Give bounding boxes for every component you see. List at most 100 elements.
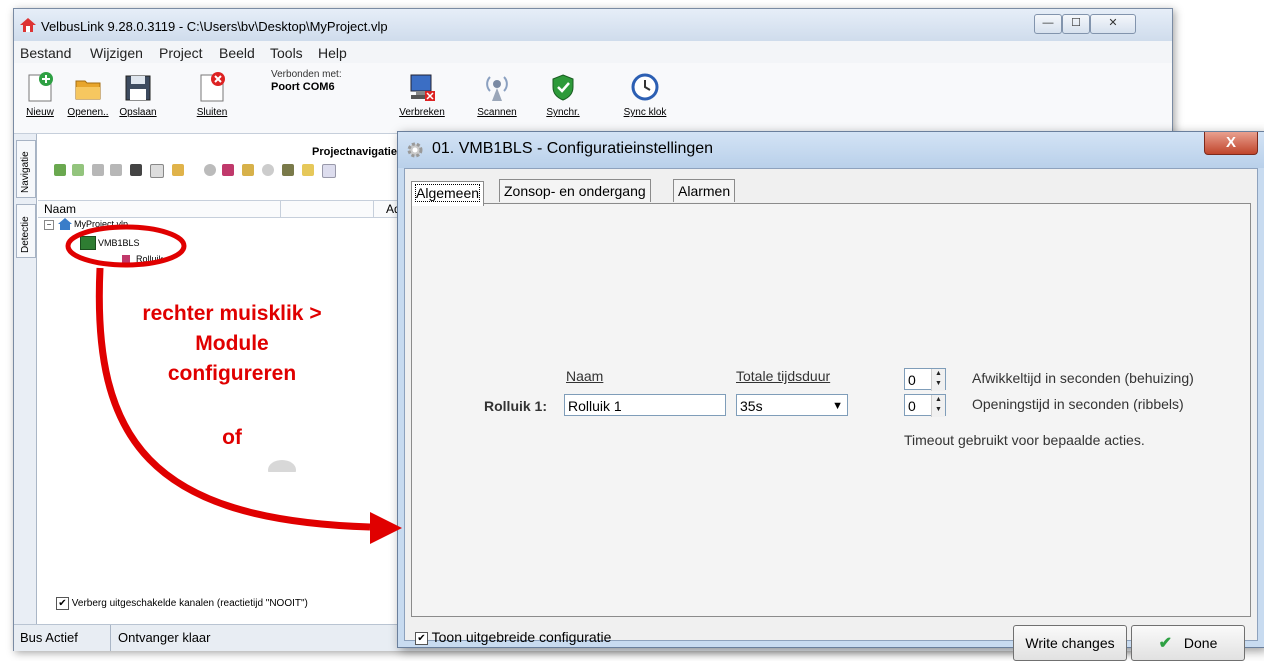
tab-algemeen-label: Algemeen — [414, 184, 481, 202]
edit-icon[interactable] — [302, 164, 314, 176]
unwind-time-input[interactable]: 0 ▲ ▼ — [904, 368, 946, 391]
collapse-all-icon[interactable] — [110, 164, 122, 176]
gear-icon[interactable] — [204, 164, 216, 176]
hide-disabled-channels[interactable]: ✔ Verberg uitgeschakelde kanalen (reacti… — [56, 597, 308, 610]
add-channel-icon[interactable] — [72, 164, 84, 176]
new-label: Nieuw — [26, 107, 54, 118]
sync-clock-label: Sync klok — [623, 107, 667, 118]
disconnect-label: Verbreken — [399, 107, 445, 118]
gear-icon — [268, 460, 296, 472]
close-button[interactable]: ✕ — [1090, 14, 1136, 34]
menu-beeld[interactable]: Beeld — [219, 45, 255, 61]
menu-project[interactable]: Project — [159, 45, 203, 61]
minimize-button[interactable]: — — [1034, 14, 1062, 34]
menu-tools[interactable]: Tools — [270, 45, 303, 61]
window-icon[interactable] — [150, 164, 164, 178]
binoculars-icon[interactable] — [130, 164, 142, 176]
dialog-close-button[interactable]: X — [1204, 132, 1258, 155]
add-module-icon[interactable] — [54, 164, 66, 176]
chevron-down-icon[interactable]: ▼ — [832, 395, 843, 417]
tree-column-header: Naam Add — [38, 200, 407, 218]
column-name[interactable]: Naam — [44, 202, 76, 216]
opening-time-input[interactable]: 0 ▲ ▼ — [904, 394, 946, 417]
connected-port: Poort COM6 — [271, 81, 335, 93]
dialog-body: Algemeen Zonsop- en ondergang Alarmen Na… — [404, 168, 1258, 661]
pen-icon[interactable] — [242, 164, 254, 176]
tab-zonsop[interactable]: Zonsop- en ondergang — [499, 179, 651, 202]
tree-root-item[interactable]: MyProject.vlp — [74, 219, 128, 229]
tree-module-item[interactable]: VMB1BLS — [98, 238, 140, 248]
menu-help[interactable]: Help — [318, 45, 347, 61]
vertical-tabs: Navigatie Detectie — [14, 134, 37, 624]
tab-detection-label: Detectie — [20, 216, 31, 253]
module-icon[interactable] — [222, 164, 234, 176]
spin-up-icon[interactable]: ▲ — [932, 395, 945, 405]
opening-time-label: Openingstijd in seconden (ribbels) — [972, 396, 1184, 412]
tab-detection[interactable]: Detectie — [16, 204, 36, 258]
list-icon[interactable] — [322, 164, 336, 178]
clock-icon — [630, 71, 660, 103]
duration-select[interactable]: 35s ▼ — [736, 394, 848, 416]
open-button[interactable]: Openen.. — [66, 67, 110, 118]
hide-disabled-label: Verberg uitgeschakelde kanalen (reactiet… — [71, 598, 308, 610]
opening-spinner[interactable]: ▲ ▼ — [931, 395, 945, 417]
configuration-dialog: 01. VMB1BLS - Configuratieinstellingen X… — [397, 131, 1264, 661]
save-label: Opslaan — [119, 107, 157, 118]
hide-disabled-checkbox[interactable]: ✔ — [56, 597, 69, 610]
menu-bestand[interactable]: Bestand — [20, 45, 71, 61]
navigation-toolbar — [54, 164, 404, 182]
tree-channel-item[interactable]: Rolluik — [136, 254, 163, 264]
spin-down-icon[interactable]: ▼ — [932, 379, 945, 389]
velbus-logo-icon — [20, 18, 36, 32]
project-navigation-title: Projectnavigatie — [312, 146, 397, 158]
extended-config-checkbox[interactable]: ✔ — [415, 631, 428, 645]
maximize-button[interactable]: ☐ — [1062, 14, 1090, 34]
close-project-label: Sluiten — [196, 107, 228, 118]
spin-up-icon[interactable]: ▲ — [932, 369, 945, 379]
sync-clock-button[interactable]: Sync klok — [620, 67, 670, 118]
open-folder-icon — [73, 71, 103, 103]
disconnect-computer-icon — [407, 71, 437, 103]
channel-icon — [122, 255, 130, 263]
annotation-line-4: of — [222, 426, 242, 449]
tab-alarmen[interactable]: Alarmen — [673, 179, 736, 202]
save-button[interactable]: Opslaan — [116, 67, 160, 118]
annotation-line-2: Module — [195, 332, 269, 355]
tab-algemeen[interactable]: Algemeen — [411, 181, 485, 206]
scan-antenna-icon — [482, 71, 512, 103]
menu-wijzigen[interactable]: Wijzigen — [90, 45, 143, 61]
minimize-icon: — — [1042, 17, 1054, 29]
spin-down-icon[interactable]: ▼ — [932, 405, 945, 415]
shield-check-icon — [548, 71, 578, 103]
sync-button[interactable]: Synchr. — [542, 67, 584, 118]
disconnect-button[interactable]: Verbreken — [398, 67, 446, 118]
save-disk-icon — [123, 71, 153, 103]
expand-all-icon[interactable] — [92, 164, 104, 176]
write-changes-button[interactable]: Write changes — [1013, 625, 1127, 661]
close-file-icon — [197, 71, 227, 103]
name-input[interactable]: Rolluik 1 — [564, 394, 726, 416]
connected-label: Verbonden met: — [271, 69, 342, 80]
play-icon[interactable] — [262, 164, 274, 176]
new-file-icon — [25, 71, 55, 103]
scan-button[interactable]: Scannen — [474, 67, 520, 118]
close-project-button[interactable]: Sluiten — [192, 67, 232, 118]
done-button[interactable]: ✔ Done — [1131, 625, 1245, 661]
done-label: Done — [1183, 635, 1218, 651]
title-bar[interactable]: VelbusLink 9.28.0.3119 - C:\Users\bv\Des… — [14, 9, 1172, 41]
connection-info: Verbonden met: Poort COM6 — [271, 69, 342, 94]
timeout-note: Timeout gebruikt voor bepaalde acties. — [904, 432, 1145, 448]
gear-icon — [407, 142, 423, 158]
dialog-title-bar[interactable]: 01. VMB1BLS - Configuratieinstellingen X — [398, 132, 1264, 168]
extended-config[interactable]: ✔ Toon uitgebreide configuratie — [415, 629, 611, 645]
home-icon — [58, 218, 72, 230]
plug-icon[interactable] — [282, 164, 294, 176]
magic-wand-icon[interactable] — [172, 164, 184, 176]
toolbar: Nieuw Openen.. Opslaan Sluiten Verbonden… — [14, 63, 1172, 134]
new-button[interactable]: Nieuw — [20, 67, 60, 118]
unwind-spinner[interactable]: ▲ ▼ — [931, 369, 945, 391]
row-label: Rolluik 1: — [484, 398, 548, 414]
collapse-toggle-icon[interactable]: − — [44, 220, 54, 230]
tab-alarmen-label: Alarmen — [678, 183, 731, 199]
tab-navigation[interactable]: Navigatie — [16, 140, 36, 198]
